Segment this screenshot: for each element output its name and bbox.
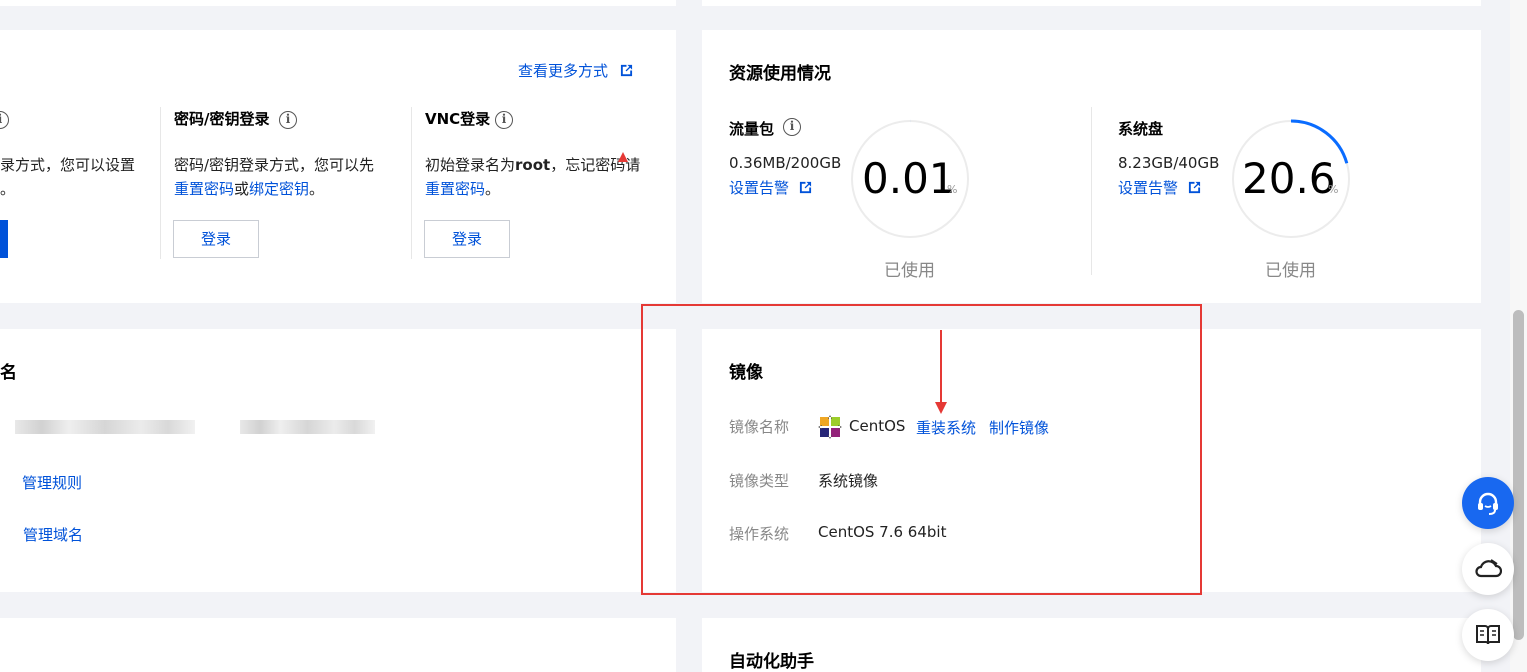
disk-used-label: 已使用 [1265, 261, 1316, 281]
login-partial-text-2: 。 [0, 180, 16, 198]
annotation-arrowhead-icon [618, 152, 628, 162]
password-login-button[interactable]: 登录 [173, 220, 259, 258]
resource-usage-title: 资源使用情况 [729, 64, 831, 84]
divider [1091, 107, 1092, 275]
automation-title: 自动化助手 [729, 652, 814, 672]
password-login-desc: 密码/密钥登录方式，您可以先 [174, 156, 375, 174]
reset-password-link[interactable]: 重置密码 [174, 180, 234, 198]
traffic-value: 0.36MB/200GB [729, 154, 842, 172]
traffic-label: 流量包 [729, 120, 775, 138]
scrollbar-thumb[interactable] [1513, 310, 1524, 640]
traffic-alert-link[interactable]: 设置告警 [729, 177, 789, 198]
blurred-content [240, 420, 375, 434]
info-icon[interactable]: i [783, 118, 801, 136]
top-card-right [702, 0, 1481, 6]
info-icon[interactable]: i [0, 111, 9, 129]
password-login-links: 重置密码或绑定密钥。 [174, 178, 324, 199]
annotation-box [641, 304, 1202, 595]
disk-percent-unit: % [1328, 183, 1339, 196]
external-link-icon[interactable] [799, 181, 812, 194]
login-partial-text: 录方式，您可以设置 [0, 156, 136, 174]
headset-icon [1478, 492, 1498, 515]
info-icon[interactable]: i [495, 111, 513, 129]
vnc-reset-password-link[interactable]: 重置密码 [425, 180, 485, 198]
domain-card: 名 管理规则 管理域名 [0, 329, 676, 592]
book-icon [1476, 625, 1500, 645]
cloud-button[interactable] [1462, 543, 1514, 595]
annotation-arrow-icon [935, 330, 947, 414]
bottom-card-left [0, 618, 676, 672]
external-link-icon[interactable] [1188, 181, 1201, 194]
resource-usage-card: 资源使用情况 流量包 i 0.36MB/200GB 设置告警 0.01 % 已使… [702, 30, 1481, 303]
vnc-login-links: 重置密码。 [425, 180, 501, 198]
top-card-left [0, 0, 676, 6]
or-text: 或 [234, 180, 250, 198]
disk-label: 系统盘 [1118, 120, 1164, 138]
divider [411, 107, 412, 259]
divider [160, 107, 161, 259]
traffic-percent-unit: % [947, 183, 958, 196]
docs-button[interactable] [1462, 609, 1514, 661]
vnc-login-title: VNC登录 [425, 110, 491, 128]
vnc-login-desc: 初始登录名为root，忘记密码请 [425, 156, 641, 174]
period-text: 。 [309, 180, 325, 198]
disk-percent: 20.6 [1242, 154, 1336, 203]
bind-key-link[interactable]: 绑定密钥 [249, 180, 309, 198]
support-button[interactable] [1462, 477, 1514, 529]
cloud-icon [1475, 559, 1502, 578]
more-login-methods-link[interactable]: 查看更多方式 [518, 60, 608, 81]
external-link-icon[interactable] [620, 64, 633, 77]
blurred-content [15, 420, 195, 434]
vnc-login-button[interactable]: 登录 [424, 220, 510, 258]
domain-card-title: 名 [0, 363, 17, 383]
traffic-used-label: 已使用 [884, 261, 935, 281]
automation-card: 自动化助手 [702, 618, 1481, 672]
traffic-percent: 0.01 [862, 154, 956, 203]
root-text: root [515, 156, 551, 174]
manage-rules-link[interactable]: 管理规则 [22, 472, 82, 493]
manage-domains-link[interactable]: 管理域名 [23, 524, 83, 545]
password-login-title: 密码/密钥登录 [174, 110, 270, 128]
info-icon[interactable]: i [279, 111, 297, 129]
disk-alert-link[interactable]: 设置告警 [1118, 177, 1178, 198]
login-card: 查看更多方式 i 录方式，您可以设置 。 密码/密钥登录 i 密码/密钥登录方式… [0, 30, 676, 303]
primary-login-button[interactable] [0, 220, 8, 258]
disk-value: 8.23GB/40GB [1118, 154, 1220, 172]
